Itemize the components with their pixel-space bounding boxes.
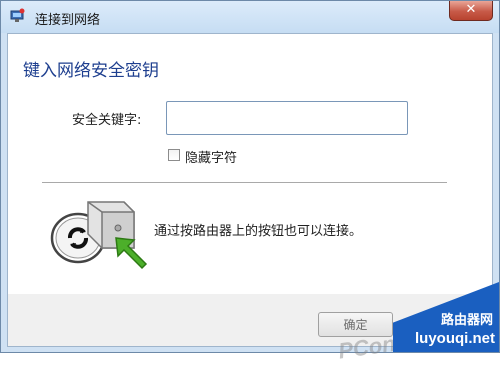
hide-characters-label[interactable]: 隐藏字符 — [185, 147, 237, 166]
hide-characters-checkbox[interactable] — [168, 149, 180, 161]
window-title: 连接到网络 — [35, 13, 101, 28]
title-bar[interactable]: 连接到网络 ✕ — [1, 1, 499, 33]
security-key-input[interactable] — [166, 101, 408, 135]
security-key-label: 安全关键字: — [72, 113, 142, 128]
watermark-site-url: luyouqi.net — [415, 330, 495, 347]
close-button[interactable]: ✕ — [449, 1, 493, 21]
router-push-button-icon — [50, 201, 148, 270]
network-icon — [10, 8, 25, 22]
dialog-body: 键入网络安全密钥 安全关键字: 隐藏字符 通过按路由器上的按钮也可以连接。 确定… — [7, 33, 493, 364]
watermark-site-name: 路由器网 — [440, 313, 493, 328]
divider — [42, 182, 447, 183]
page-title: 键入网络安全密钥 — [23, 61, 159, 81]
connect-network-window: 连接到网络 ✕ 键入网络安全密钥 安全关键字: 隐藏字符 通过按路由器上的按钮也… — [0, 0, 500, 364]
router-button-hint: 通过按路由器上的按钮也可以连接。 — [154, 224, 363, 239]
